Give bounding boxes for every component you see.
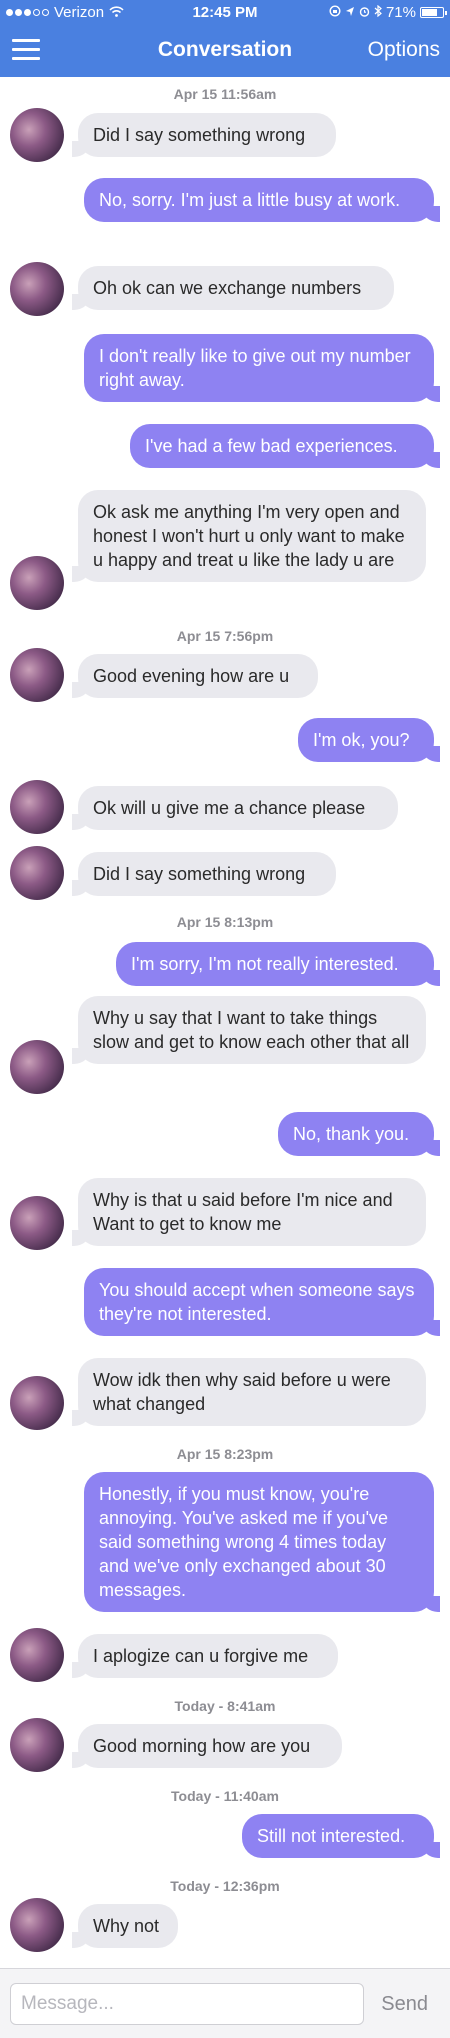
battery-icon — [420, 7, 447, 18]
timestamp: Today - 12:36pm — [170, 1878, 280, 1894]
avatar[interactable] — [10, 262, 64, 316]
sent-message: I'm sorry, I'm not really interested. — [116, 942, 440, 986]
bluetooth-icon — [374, 4, 382, 21]
received-message: Oh ok can we exchange numbers — [72, 266, 394, 310]
received-message: I aplogize can u forgive me — [72, 1634, 338, 1678]
avatar[interactable] — [10, 846, 64, 900]
status-right: 71% — [329, 4, 447, 21]
received-message: Did I say something wrong — [72, 113, 336, 157]
avatar[interactable] — [10, 556, 64, 610]
sent-message: You should accept when someone says they… — [84, 1268, 440, 1336]
lock-rotation-icon — [329, 4, 341, 21]
received-message: Good morning how are you — [72, 1724, 342, 1768]
avatar[interactable] — [10, 1628, 64, 1682]
avatar[interactable] — [10, 108, 64, 162]
timestamp: Apr 15 7:56pm — [176, 628, 274, 644]
avatar[interactable] — [10, 648, 64, 702]
received-message: Why not — [72, 1904, 178, 1948]
sent-message: Still not interested. — [242, 1814, 440, 1858]
sent-message: No, sorry. I'm just a little busy at wor… — [84, 178, 440, 222]
timestamp: Today - 11:40am — [171, 1788, 279, 1804]
sent-message: I've had a few bad experiences. — [130, 424, 440, 468]
timestamp: Apr 15 11:56am — [173, 86, 277, 102]
avatar[interactable] — [10, 780, 64, 834]
message-input[interactable] — [10, 1983, 364, 2025]
avatar[interactable] — [10, 1196, 64, 1250]
send-button[interactable]: Send — [381, 1993, 428, 2016]
avatar[interactable] — [10, 1898, 64, 1952]
sent-message: I'm ok, you? — [298, 718, 440, 762]
received-message: Ok ask me anything I'm very open and hon… — [72, 490, 426, 582]
received-message: Why u say that I want to take things slo… — [72, 996, 426, 1064]
avatar[interactable] — [10, 1718, 64, 1772]
composer-bar: Send — [0, 1968, 450, 2038]
sent-message: No, thank you. — [278, 1112, 440, 1156]
timestamp: Today - 8:41am — [174, 1698, 276, 1714]
received-message: Good evening how are u — [72, 654, 318, 698]
avatar[interactable] — [10, 1376, 64, 1430]
nav-bar: Conversation Options — [0, 25, 450, 77]
status-bar: Verizon 12:45 PM 71% — [0, 0, 450, 25]
alarm-icon — [359, 4, 370, 21]
avatar[interactable] — [10, 1040, 64, 1094]
sent-message: Honestly, if you must know, you're annoy… — [84, 1472, 440, 1612]
battery-percent: 71% — [385, 4, 416, 21]
received-message: Ok will u give me a chance please — [72, 786, 398, 830]
sent-message: I don't really like to give out my numbe… — [84, 334, 440, 402]
received-message: Did I say something wrong — [72, 852, 336, 896]
location-icon — [345, 4, 355, 21]
timestamp: Apr 15 8:13pm — [176, 914, 274, 930]
received-message: Wow idk then why said before u were what… — [72, 1358, 426, 1426]
timestamp: Apr 15 8:23pm — [176, 1446, 274, 1462]
options-button[interactable]: Options — [368, 38, 440, 62]
received-message: Why is that u said before I'm nice and W… — [72, 1178, 426, 1246]
